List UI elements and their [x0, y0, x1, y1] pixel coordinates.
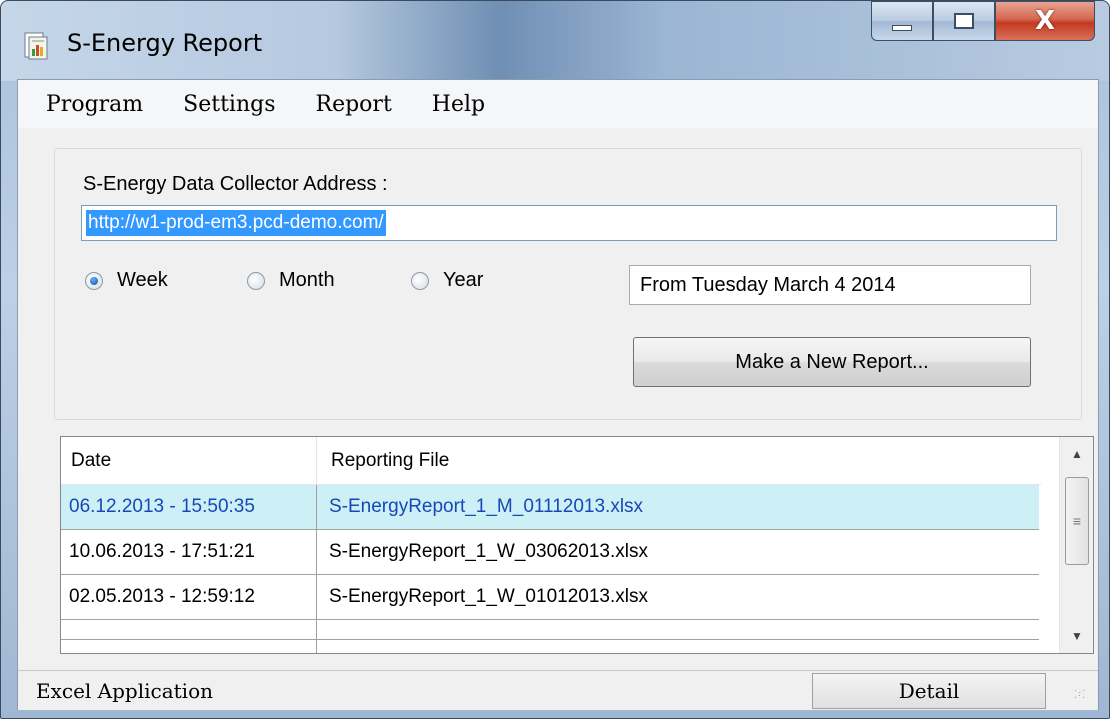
detail-button[interactable]: Detail [812, 673, 1046, 709]
app-window: S-Energy Report X Program Settings Repor… [0, 0, 1110, 719]
cell-date: 02.05.2013 - 12:59:12 [61, 575, 317, 619]
chevron-up-icon[interactable]: ▲ [1060, 437, 1093, 471]
caption-buttons: X [871, 1, 1095, 41]
close-button[interactable]: X [995, 1, 1095, 41]
table-row[interactable]: 10.06.2013 - 17:51:21 S-EnergyReport_1_W… [61, 530, 1039, 575]
table-row-partial[interactable] [61, 620, 1039, 653]
chevron-down-icon[interactable]: ▼ [1060, 619, 1093, 653]
minimize-icon [892, 25, 912, 31]
cell-date: 06.12.2013 - 15:50:35 [61, 485, 317, 529]
close-icon: X [1034, 6, 1056, 36]
menu-program[interactable]: Program [46, 92, 143, 117]
report-settings-group: S-Energy Data Collector Address : http:/… [54, 148, 1082, 420]
cell-date: 10.06.2013 - 17:51:21 [61, 530, 317, 574]
table-header: Date Reporting File [61, 437, 1041, 485]
radio-month[interactable]: Month [247, 269, 335, 292]
menu-report[interactable]: Report [316, 92, 392, 117]
column-header-reporting-file[interactable]: Reporting File [317, 437, 1041, 485]
client-area: Program Settings Report Help S-Energy Da… [17, 79, 1099, 710]
cell-file: S-EnergyReport_1_W_03062013.xlsx [329, 541, 648, 562]
collector-address-label: S-Energy Data Collector Address : [83, 173, 388, 195]
table-row[interactable]: 02.05.2013 - 12:59:12 S-EnergyReport_1_W… [61, 575, 1039, 620]
menu-bar: Program Settings Report Help [18, 80, 1098, 128]
radio-unchecked-icon [411, 271, 429, 290]
collector-address-value: http://w1-prod-em3.pcd-demo.com/ [86, 210, 386, 236]
menu-help[interactable]: Help [432, 92, 485, 117]
window-title: S-Energy Report [67, 29, 263, 57]
new-report-button[interactable]: Make a New Report... [633, 337, 1031, 387]
resize-grip-icon[interactable]: ·.· .·. [1074, 686, 1090, 704]
cell-file [317, 620, 1039, 653]
reports-table: Date Reporting File 06.12.2013 - 15:50:3… [60, 436, 1094, 654]
maximize-icon [954, 13, 974, 29]
column-header-date[interactable]: Date [61, 437, 317, 485]
radio-unchecked-icon [247, 271, 265, 290]
collector-address-input[interactable]: http://w1-prod-em3.pcd-demo.com/ [81, 205, 1057, 241]
minimize-button[interactable] [871, 1, 933, 41]
radio-year-label: Year [443, 269, 484, 291]
radio-checked-icon [85, 271, 103, 290]
scroll-thumb[interactable]: ≡ [1065, 477, 1089, 565]
radio-week-label: Week [117, 269, 168, 291]
table-row[interactable]: 06.12.2013 - 15:50:35 S-EnergyReport_1_M… [61, 485, 1039, 530]
menu-settings[interactable]: Settings [183, 92, 275, 117]
status-text: Excel Application [36, 679, 213, 703]
date-range-field[interactable]: From Tuesday March 4 2014 [629, 265, 1031, 305]
cell-date [61, 620, 317, 653]
status-bar: Excel Application Detail ·.· .·. [18, 670, 1098, 710]
cell-file: S-EnergyReport_1_W_01012013.xlsx [329, 586, 648, 607]
cell-file: S-EnergyReport_1_M_01112013.xlsx [329, 496, 644, 517]
maximize-button[interactable] [933, 1, 995, 41]
vertical-scrollbar[interactable]: ▲ ≡ ▼ [1059, 437, 1093, 653]
title-bar[interactable]: S-Energy Report X [1, 1, 1109, 81]
radio-month-label: Month [279, 269, 335, 291]
report-document-icon [24, 32, 48, 60]
table-body: 06.12.2013 - 15:50:35 S-EnergyReport_1_M… [61, 485, 1039, 653]
radio-year[interactable]: Year [411, 269, 483, 292]
radio-week[interactable]: Week [85, 269, 168, 292]
